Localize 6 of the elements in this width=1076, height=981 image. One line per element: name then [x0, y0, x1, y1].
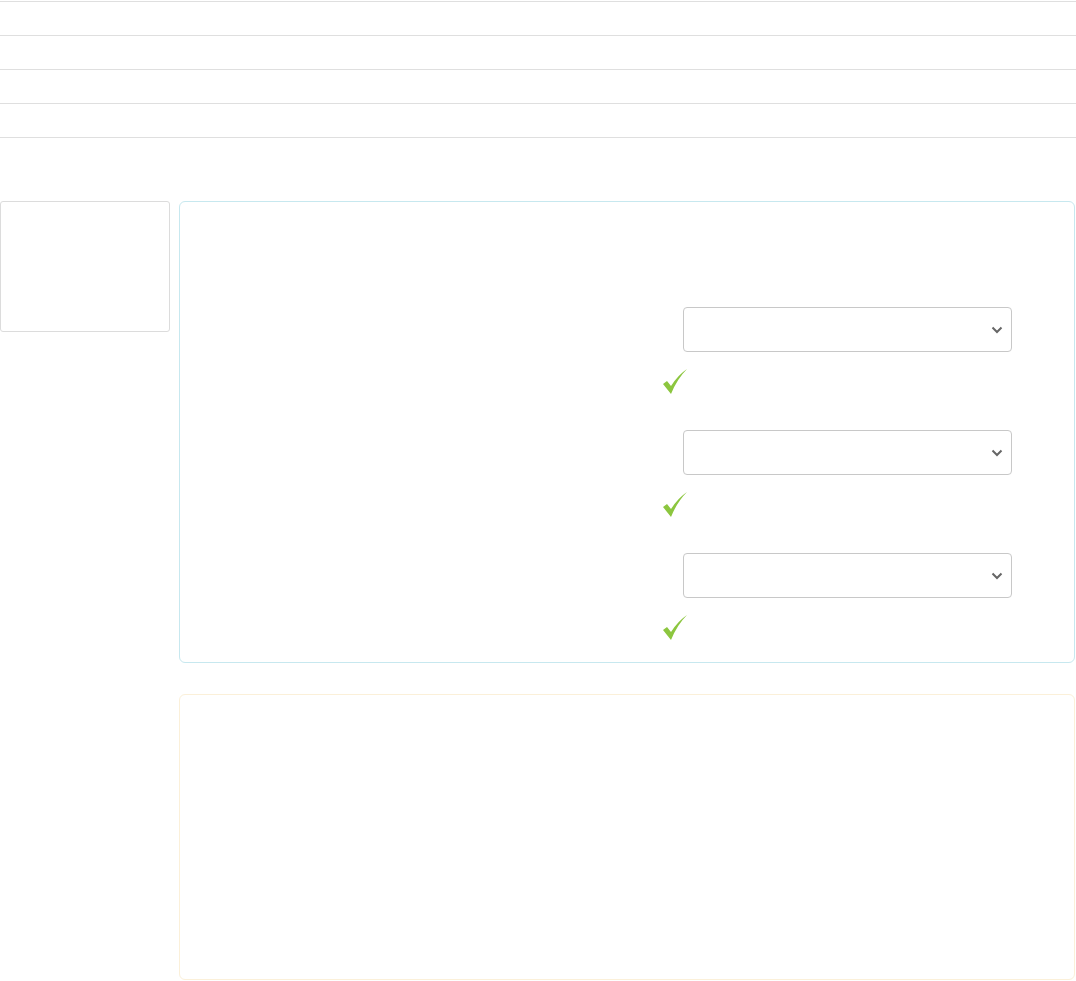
chevron-icon	[991, 448, 1003, 457]
dropdown-field[interactable]	[683, 553, 1012, 598]
chevron-icon	[991, 571, 1003, 580]
chevron-icon	[991, 325, 1003, 334]
dropdown-field[interactable]	[683, 430, 1012, 475]
dropdown-field[interactable]	[683, 307, 1012, 352]
